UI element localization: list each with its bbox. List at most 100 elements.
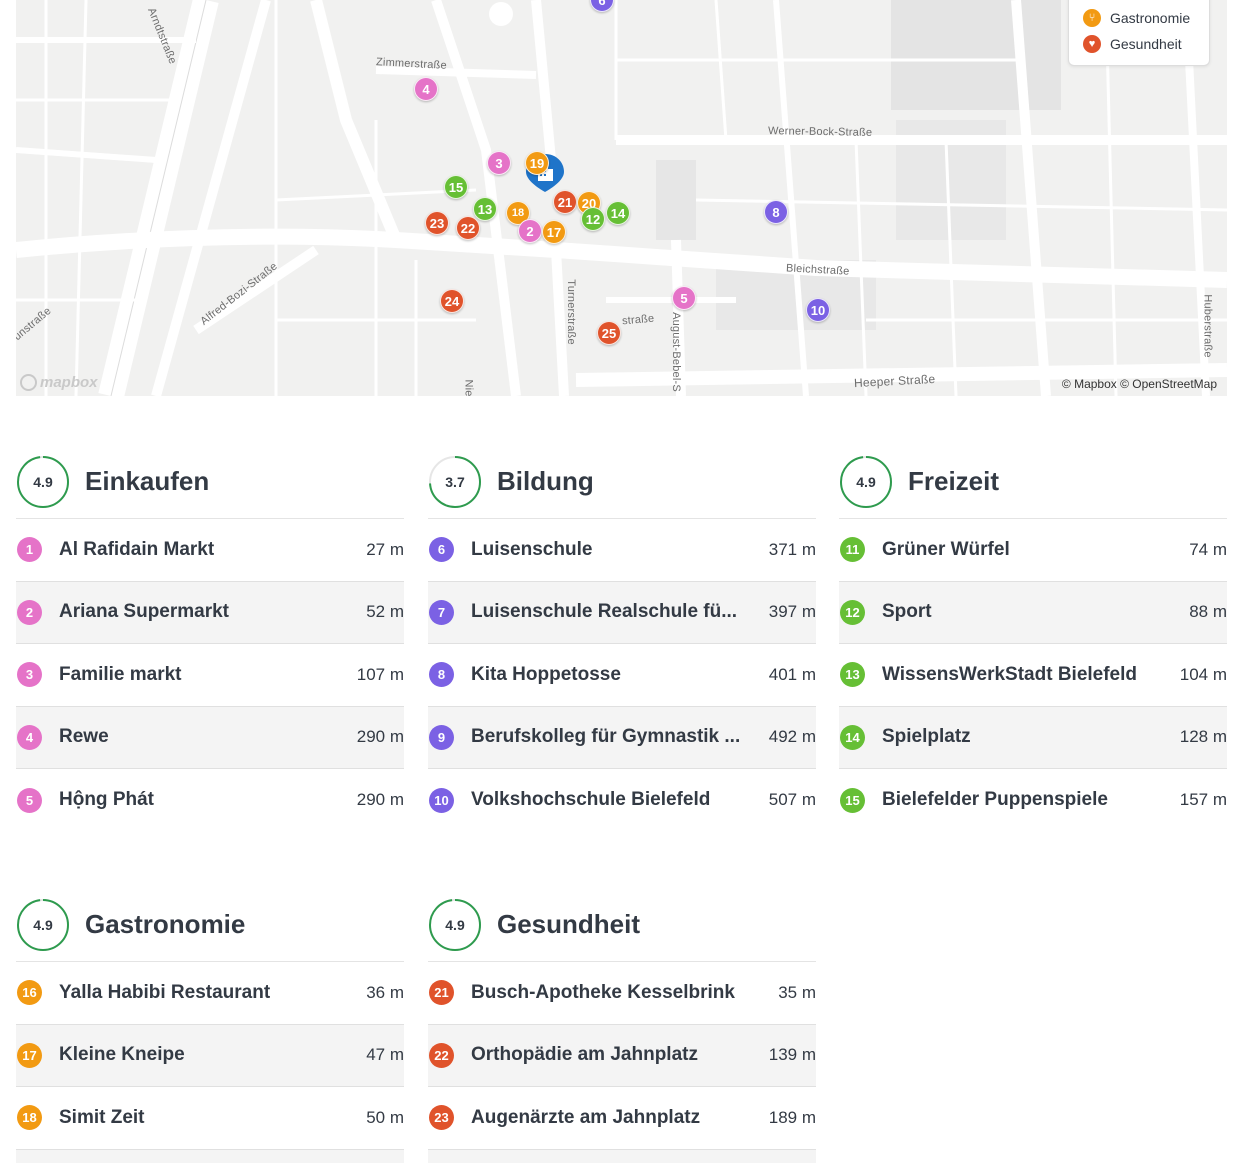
item-number-badge: 7: [429, 599, 454, 625]
list-item[interactable]: [428, 1149, 816, 1163]
list-item[interactable]: 15 Bielefelder Puppenspiele 157 m: [839, 769, 1227, 832]
item-name: Ariana Supermarkt: [59, 601, 230, 623]
list-item[interactable]: 7 Luisenschule Realschule fü... 397 m: [428, 581, 816, 644]
list-item[interactable]: 13 WissensWerkStadt Bielefeld 104 m: [839, 644, 1227, 707]
mapbox-logo-icon: [20, 374, 37, 391]
item-name: Luisenschule Realschule fü...: [471, 601, 738, 623]
street-label: Huberstraße: [1201, 294, 1214, 358]
item-distance: 74 m: [1189, 539, 1227, 559]
item-distance: 401 m: [768, 664, 816, 684]
list-item[interactable]: 1 Al Rafidain Markt 27 m: [16, 519, 404, 582]
map-marker[interactable]: 23: [425, 211, 449, 235]
item-name: Sport: [882, 601, 932, 623]
map-marker[interactable]: 17: [542, 220, 566, 244]
list-item[interactable]: 8 Kita Hoppetosse 401 m: [428, 644, 816, 707]
map-legend: ⑂ Gastronomie ♥ Gesundheit: [1068, 0, 1210, 66]
item-distance: 157 m: [1179, 790, 1227, 810]
category-header: 3.7 Bildung: [428, 445, 816, 519]
item-distance: 104 m: [1179, 664, 1227, 684]
mapbox-logo[interactable]: mapbox: [20, 374, 98, 391]
map-marker[interactable]: 13: [473, 197, 497, 221]
street-label: Werner-Bock-Straße: [767, 125, 873, 139]
item-distance: 397 m: [768, 602, 816, 622]
list-item[interactable]: 12 Sport 88 m: [839, 581, 1227, 644]
item-name: Volkshochschule Bielefeld: [471, 789, 711, 811]
map-marker[interactable]: 3: [487, 151, 511, 175]
item-number-badge: 6: [429, 537, 454, 563]
list-item[interactable]: 2 Ariana Supermarkt 52 m: [16, 581, 404, 644]
category-einkaufen: 4.9 Einkaufen 1 Al Rafidain Markt 27 m 2 Ar…: [16, 445, 404, 832]
legend-item-gesundheit[interactable]: ♥ Gesundheit: [1083, 31, 1197, 57]
item-distance: 36 m: [366, 982, 404, 1002]
map-marker[interactable]: 25: [597, 321, 621, 345]
map-marker[interactable]: 19: [525, 151, 549, 175]
list-item[interactable]: 17 Kleine Kneipe 47 m: [16, 1024, 404, 1087]
item-number-badge: 5: [17, 787, 42, 813]
list-item[interactable]: 5 Hộng Phát 290 m: [16, 769, 404, 832]
map-attribution[interactable]: © Mapbox © OpenStreetMap: [1062, 377, 1217, 391]
map-marker[interactable]: 15: [444, 175, 468, 199]
street-label: August-Bebel-S: [669, 312, 682, 392]
category-freizeit: 4.9 Freizeit 11 Grüner Würfel 74 m 12 Sport…: [839, 445, 1227, 832]
list-item[interactable]: 3 Familie markt 107 m: [16, 644, 404, 707]
item-distance: 139 m: [768, 1045, 816, 1065]
map-marker[interactable]: 21: [553, 190, 577, 214]
item-name: Hộng Phát: [59, 789, 154, 811]
item-name: Spielplatz: [882, 726, 971, 748]
category-gastronomie: 4.9 Gastronomie 16 Yalla Habibi Restauran…: [16, 888, 404, 1163]
item-name: Rewe: [59, 726, 109, 748]
item-name: Luisenschule: [471, 538, 593, 560]
map-marker[interactable]: 2: [518, 219, 542, 243]
score-ring: 4.9: [16, 898, 70, 952]
map-marker[interactable]: 24: [440, 289, 464, 313]
item-number-badge: 9: [429, 724, 454, 750]
item-name: Kita Hoppetosse: [471, 663, 621, 685]
list-item[interactable]: 14 Spielplatz 128 m: [839, 706, 1227, 769]
item-number-badge: 2: [17, 599, 42, 625]
legend-label: Gastronomie: [1110, 10, 1191, 26]
map-marker[interactable]: 8: [764, 200, 788, 224]
list-item[interactable]: 9 Berufskolleg für Gymnastik ... 492 m: [428, 706, 816, 769]
item-number-badge: 1: [17, 537, 42, 563]
legend-item-gastronomie[interactable]: ⑂ Gastronomie: [1083, 5, 1197, 31]
item-distance: 50 m: [366, 1107, 404, 1127]
list-item[interactable]: [16, 1149, 404, 1163]
map-marker[interactable]: 5: [672, 286, 696, 310]
map-marker[interactable]: 14: [606, 201, 630, 225]
score-ring: 4.9: [839, 455, 893, 509]
map-marker[interactable]: 4: [414, 77, 438, 101]
score-ring: 4.9: [428, 898, 482, 952]
mapbox-logo-text: mapbox: [40, 374, 98, 391]
list-item[interactable]: 21 Busch-Apotheke Kesselbrink 35 m: [428, 962, 816, 1025]
list-item[interactable]: 11 Grüner Würfel 74 m: [839, 519, 1227, 582]
list-item[interactable]: 4 Rewe 290 m: [16, 706, 404, 769]
list-item[interactable]: 16 Yalla Habibi Restaurant 36 m: [16, 962, 404, 1025]
item-number-badge: 17: [17, 1042, 42, 1068]
item-name: WissensWerkStadt Bielefeld: [882, 663, 1138, 685]
heart-icon: ♥: [1083, 35, 1101, 53]
map-marker[interactable]: 10: [806, 298, 830, 322]
category-header: 4.9 Gastronomie: [16, 888, 404, 962]
list-item[interactable]: 6 Luisenschule 371 m: [428, 519, 816, 582]
item-number-badge: 3: [17, 662, 42, 688]
item-distance: 88 m: [1189, 602, 1227, 622]
list-item[interactable]: 23 Augenärzte am Jahnplatz 189 m: [428, 1087, 816, 1150]
map[interactable]: Arndtstraße Zimmerstraße Werner-Bock-Str…: [16, 0, 1227, 396]
list-item[interactable]: 18 Simit Zeit 50 m: [16, 1087, 404, 1150]
item-number-badge: 11: [840, 537, 865, 563]
item-distance: 47 m: [366, 1045, 404, 1065]
item-name: Berufskolleg für Gymnastik ...: [471, 726, 741, 748]
item-distance: 35 m: [778, 982, 816, 1002]
item-number-badge: 15: [840, 787, 865, 813]
list-item[interactable]: 10 Volkshochschule Bielefeld 507 m: [428, 769, 816, 832]
category-gesundheit: 4.9 Gesundheit 21 Busch-Apotheke Kesselbr…: [428, 888, 816, 1163]
map-base: [16, 0, 1227, 396]
map-marker[interactable]: 12: [581, 207, 605, 231]
category-header: 4.9 Einkaufen: [16, 445, 404, 519]
item-distance: 371 m: [768, 539, 816, 559]
list-item[interactable]: 22 Orthopädie am Jahnplatz 139 m: [428, 1024, 816, 1087]
map-marker[interactable]: 22: [456, 216, 480, 240]
item-distance: 492 m: [768, 727, 816, 747]
item-number-badge: 13: [840, 662, 865, 688]
item-name: Augenärzte am Jahnplatz: [471, 1106, 701, 1128]
